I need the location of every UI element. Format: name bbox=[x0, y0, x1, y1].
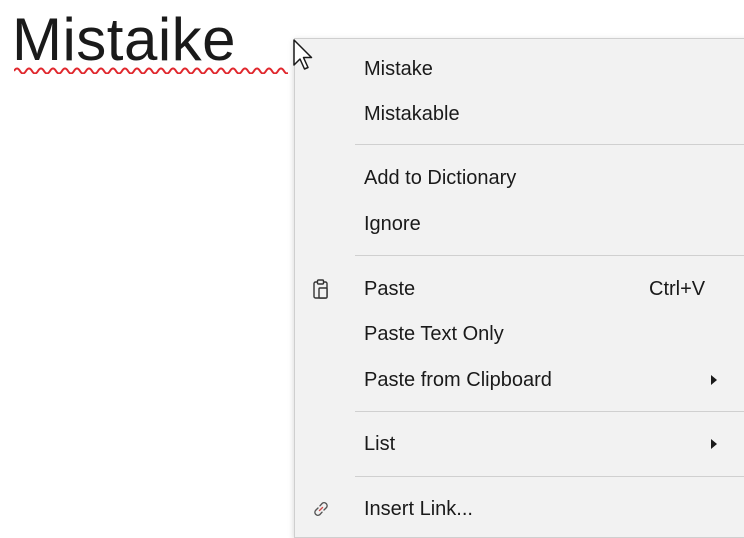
spelling-error-underline bbox=[14, 67, 288, 74]
paste-text-only-label: Paste Text Only bbox=[364, 323, 504, 345]
menu-separator bbox=[355, 255, 744, 256]
ignore-item[interactable]: Ignore bbox=[295, 202, 744, 246]
clipboard-icon bbox=[313, 279, 328, 299]
suggestion-label: Mistake bbox=[364, 58, 433, 80]
submenu-arrow-icon bbox=[711, 439, 717, 449]
context-menu: Mistake Mistakable Add to Dictionary Ign… bbox=[294, 38, 744, 538]
add-to-dictionary-label: Add to Dictionary bbox=[364, 167, 517, 189]
menu-separator bbox=[355, 144, 744, 145]
paste-label: Paste bbox=[364, 278, 416, 300]
menu-separator bbox=[355, 411, 744, 412]
suggestion-label: Mistakable bbox=[364, 103, 460, 125]
paste-shortcut: Ctrl+V bbox=[649, 278, 706, 300]
submenu-arrow-icon bbox=[711, 375, 717, 385]
add-to-dictionary-item[interactable]: Add to Dictionary bbox=[295, 156, 744, 200]
link-icon bbox=[314, 502, 328, 516]
paste-text-only-item[interactable]: Paste Text Only bbox=[295, 312, 744, 356]
paste-from-clipboard-item[interactable]: Paste from Clipboard bbox=[295, 358, 744, 402]
paste-from-clipboard-label: Paste from Clipboard bbox=[364, 369, 552, 391]
ignore-label: Ignore bbox=[364, 213, 421, 235]
list-label: List bbox=[364, 433, 396, 455]
suggestion-item-mistake[interactable]: Mistake bbox=[295, 47, 744, 91]
list-item[interactable]: List bbox=[295, 422, 744, 466]
paste-item[interactable]: Paste Ctrl+V bbox=[295, 267, 744, 311]
mouse-pointer-icon bbox=[293, 39, 313, 70]
suggestion-item-mistakable[interactable]: Mistakable bbox=[295, 92, 744, 136]
insert-link-label: Insert Link... bbox=[364, 498, 473, 520]
menu-separator bbox=[355, 476, 744, 477]
insert-link-item[interactable]: Insert Link... bbox=[295, 487, 744, 531]
